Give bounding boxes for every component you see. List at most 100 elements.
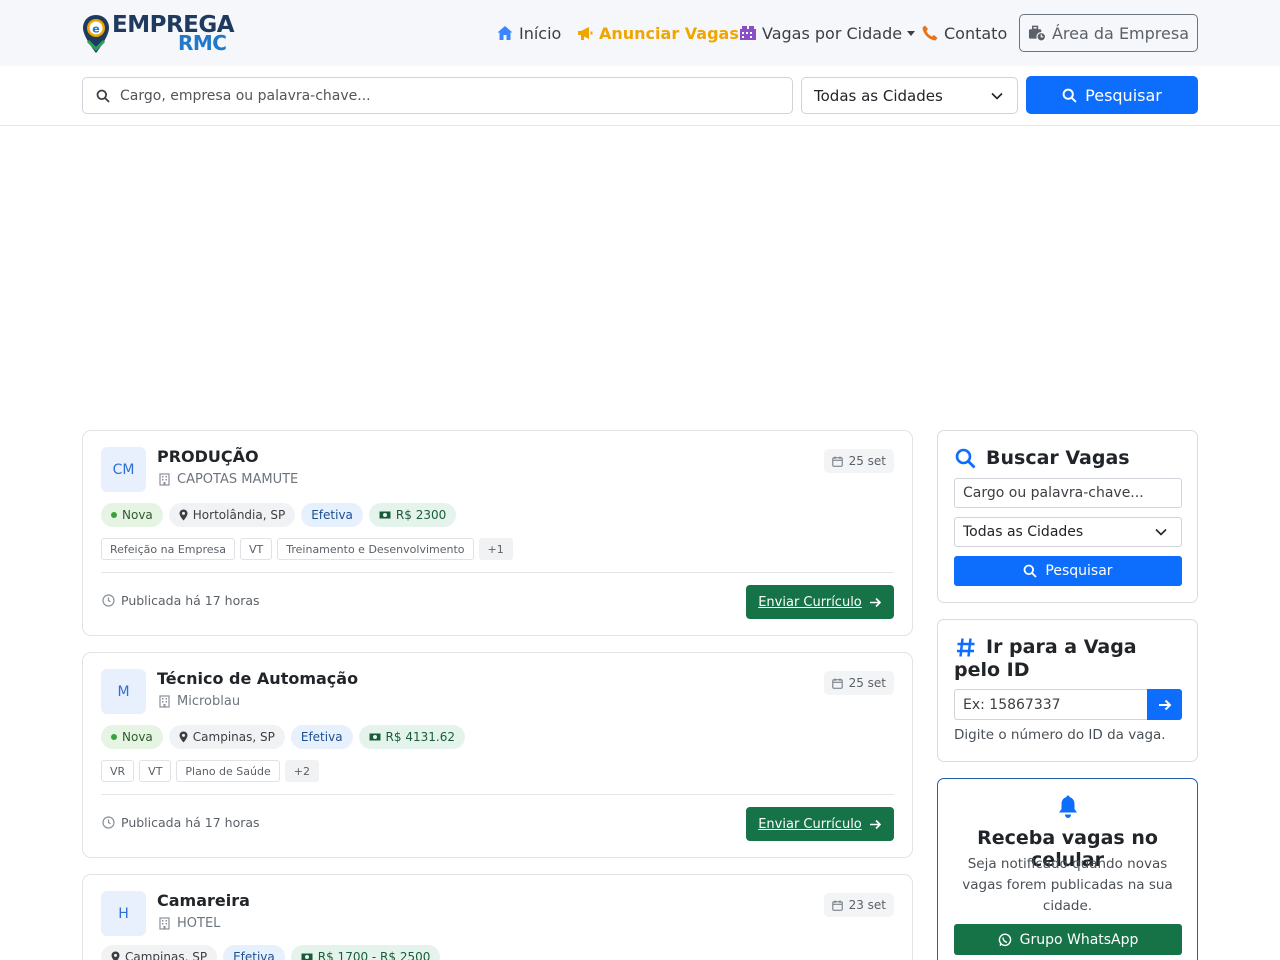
clock-icon [102,594,115,607]
sidebar-search-title: Buscar Vagas [986,447,1130,469]
sidebar-search-input[interactable] [954,478,1182,508]
job-title[interactable]: Camareira [157,891,250,910]
whatsapp-icon [998,933,1012,947]
job-company: HOTEL [159,916,220,931]
search-bar: Todas as Cidades Pesquisar [0,66,1280,126]
send-resume-button[interactable]: Enviar Currículo [746,585,894,619]
sidebar-goto-id-title: Ir para a Vaga pelo ID [954,636,1137,681]
money-icon [369,732,381,742]
sidebar-search-card: Buscar Vagas Todas as Cidades Pesquisar [937,430,1198,603]
building-icon [159,473,170,486]
money-icon [301,952,313,960]
job-date-badge: 25 set [823,449,894,473]
job-company-name: CAPOTAS MAMUTE [177,472,299,487]
megaphone-icon [576,24,594,42]
site-logo[interactable]: e EMPREGA RMC [82,12,235,54]
map-pin-icon [111,951,120,960]
area-empresa-button[interactable]: Área da Empresa [1019,14,1198,52]
job-id-input[interactable] [954,689,1147,720]
nav-link-inicio[interactable]: Início [496,14,561,52]
sidebar-search-button[interactable]: Pesquisar [954,556,1182,586]
nav-dropdown-vagas-por-cidade[interactable]: Vagas por Cidade [739,14,916,52]
arrow-right-icon [869,819,882,830]
whatsapp-group-button[interactable]: Grupo WhatsApp [954,924,1182,955]
map-pin-icon [179,509,188,521]
city-select-value: Todas as Cidades [814,86,943,105]
salary-label: R$ 4131.62 [385,730,455,744]
sidebar-city-select[interactable]: Todas as Cidades [954,517,1182,547]
job-company: CAPOTAS MAMUTE [159,472,298,487]
search-button[interactable]: Pesquisar [1026,76,1198,114]
calendar-icon [831,678,843,689]
bell-icon [1057,795,1079,819]
sidebar-notify-card: Receba vagas no celular Seja notificado … [937,778,1198,960]
more-benefits-tag: +1 [478,538,513,560]
nav-dropdown-label: Vagas por Cidade [762,23,903,43]
benefit-tag: Refeição na Empresa [101,538,236,560]
status-badge: Nova [101,725,163,749]
location-badge: Campinas, SP [168,725,285,749]
send-resume-label: Enviar Currículo [758,816,862,832]
job-date-badge: 23 set [823,893,894,917]
job-date-badge: 25 set [823,671,894,695]
job-id-go-button[interactable] [1147,689,1182,720]
nav-link-inicio-label: Início [519,23,562,43]
card-divider [101,572,894,573]
calendar-icon [831,456,843,467]
card-divider [101,794,894,795]
job-card[interactable]: H Camareira HOTEL 23 set Campinas, SP Ef… [82,874,913,960]
search-input-wrapper [82,77,793,114]
job-company: Microblau [159,694,240,709]
job-company-name: Microblau [177,694,241,709]
building-icon [159,917,170,930]
job-pills: Nova Campinas, SP Efetiva R$ 4131.62 [101,725,465,749]
send-resume-button[interactable]: Enviar Currículo [746,807,894,841]
home-icon [496,24,514,42]
notify-text: Seja notificado quando novas vagas forem… [962,856,1173,914]
sidebar-goto-id-card: Ir para a Vaga pelo ID Digite o número d… [937,619,1198,762]
search-icon [1023,564,1038,578]
benefit-tag: Plano de Saúde [176,760,280,782]
job-title[interactable]: Técnico de Automação [157,669,358,688]
published-time-label: Publicada há 17 horas [121,815,260,830]
benefit-tag: Treinamento e Desenvolvimento [277,538,474,560]
benefit-tag: VR [101,760,135,782]
nav-link-contato[interactable]: Contato [921,14,1007,52]
location-label: Campinas, SP [192,730,275,744]
search-icon [955,448,976,469]
job-card[interactable]: CM PRODUÇÃO CAPOTAS MAMUTE 25 set Nova H… [82,430,913,636]
city-select[interactable]: Todas as Cidades [801,77,1018,114]
phone-icon [921,24,939,42]
benefit-tags: Refeição na Empresa VT Treinamento e Des… [101,538,513,560]
benefit-tag: VT [240,538,273,560]
nav-link-anunciar-vagas[interactable]: Anunciar Vagas [576,14,739,52]
city-icon [739,24,757,42]
sidebar-city-select-value: Todas as Cidades [963,524,1084,540]
status-badge-label: Nova [122,508,153,522]
location-label: Hortolândia, SP [192,508,286,522]
published-time: Publicada há 17 horas [102,815,260,830]
location-badge: Hortolândia, SP [168,503,296,527]
briefcase-clock-icon [1028,24,1046,42]
clock-icon [102,816,115,829]
status-badge: Nova [101,503,163,527]
job-company-name: HOTEL [177,916,221,931]
arrow-right-icon [869,597,882,608]
job-card[interactable]: M Técnico de Automação Microblau 25 set … [82,652,913,858]
logo-pin-icon: e [83,15,109,53]
contract-type-badge: Efetiva [290,725,353,749]
top-navbar: e EMPREGA RMC Início Anunciar Vagas Vaga… [0,0,1280,66]
map-pin-icon [179,731,188,743]
job-title[interactable]: PRODUÇÃO [157,447,259,466]
job-pills: Nova Hortolândia, SP Efetiva R$ 2300 [101,503,457,527]
caret-down-icon [907,30,916,36]
sidebar-search-button-label: Pesquisar [1045,563,1113,579]
whatsapp-group-label: Grupo WhatsApp [1019,931,1139,948]
job-pills: Campinas, SP Efetiva R$ 1700 - R$ 2500 [101,945,441,960]
arrow-right-icon [1158,699,1172,711]
benefit-tags: VR VT Plano de Saúde +2 [101,760,319,782]
chevron-down-icon [991,92,1003,100]
job-date: 25 set [848,676,886,690]
job-date: 23 set [848,898,886,912]
search-input[interactable] [120,87,760,104]
